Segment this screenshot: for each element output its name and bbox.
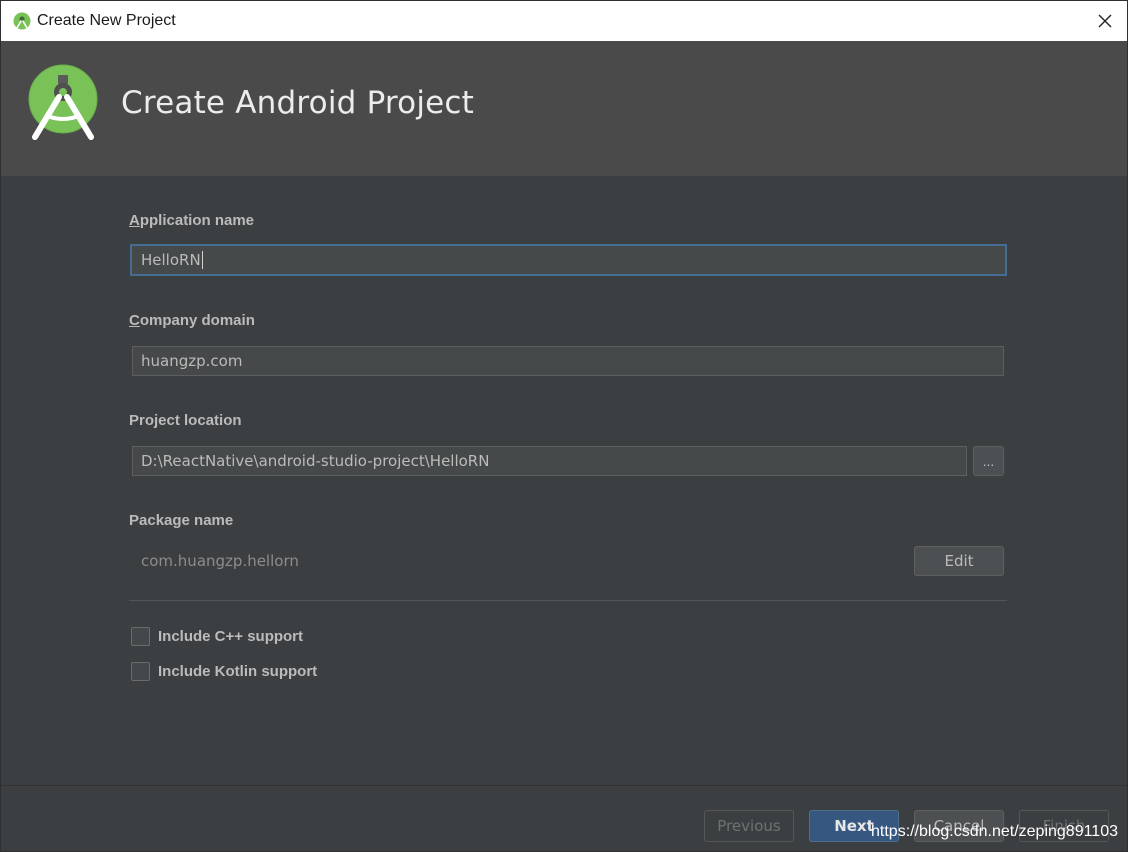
create-new-project-dialog: Create New Project Create Android Projec… [0, 0, 1128, 852]
package-name-label: Package name [129, 512, 234, 529]
previous-button[interactable]: Previous [704, 810, 794, 842]
close-button[interactable] [1091, 7, 1119, 35]
form-area: Application name HelloRN Company domain … [1, 176, 1127, 786]
android-studio-logo-icon [28, 64, 98, 140]
project-location-input[interactable]: D:\ReactNative\android-studio-project\He… [132, 446, 967, 476]
input-value: D:\ReactNative\android-studio-project\He… [141, 452, 490, 470]
application-name-label: Application name [129, 212, 254, 229]
company-domain-input[interactable]: huangzp.com [132, 346, 1004, 376]
dialog-footer: Previous Next Cancel Finish [1, 785, 1127, 851]
input-value: huangzp.com [141, 352, 243, 370]
label-text: pplication name [139, 212, 255, 229]
include-cpp-option[interactable]: Include C++ support [131, 627, 303, 646]
project-location-label: Project location [129, 412, 242, 429]
company-domain-label: Company domain [129, 312, 255, 329]
input-value: HelloRN [141, 251, 201, 269]
watermark-text: https://blog.csdn.net/zeping891103 [871, 823, 1118, 840]
browse-location-button[interactable]: ... [973, 446, 1004, 476]
application-name-input[interactable]: HelloRN [130, 244, 1007, 276]
page-title: Create Android Project [121, 85, 475, 121]
text-caret [201, 251, 203, 269]
include-kotlin-label: Include Kotlin support [158, 663, 318, 680]
include-cpp-checkbox[interactable] [131, 627, 150, 646]
header-band: Create Android Project [1, 41, 1127, 176]
include-cpp-label: Include C++ support [158, 628, 304, 645]
include-kotlin-option[interactable]: Include Kotlin support [131, 662, 317, 681]
title-bar: Create New Project [1, 1, 1127, 41]
label-text: ompany domain [139, 312, 255, 329]
package-name-value: com.huangzp.hellorn [141, 552, 299, 570]
window-title: Create New Project [37, 12, 176, 29]
divider [129, 600, 1007, 601]
mnemonic-letter: A [129, 212, 140, 229]
edit-package-button[interactable]: Edit [914, 546, 1004, 576]
include-kotlin-checkbox[interactable] [131, 662, 150, 681]
close-icon [1098, 14, 1112, 28]
android-studio-small-icon [13, 12, 31, 30]
mnemonic-letter: C [129, 312, 140, 329]
